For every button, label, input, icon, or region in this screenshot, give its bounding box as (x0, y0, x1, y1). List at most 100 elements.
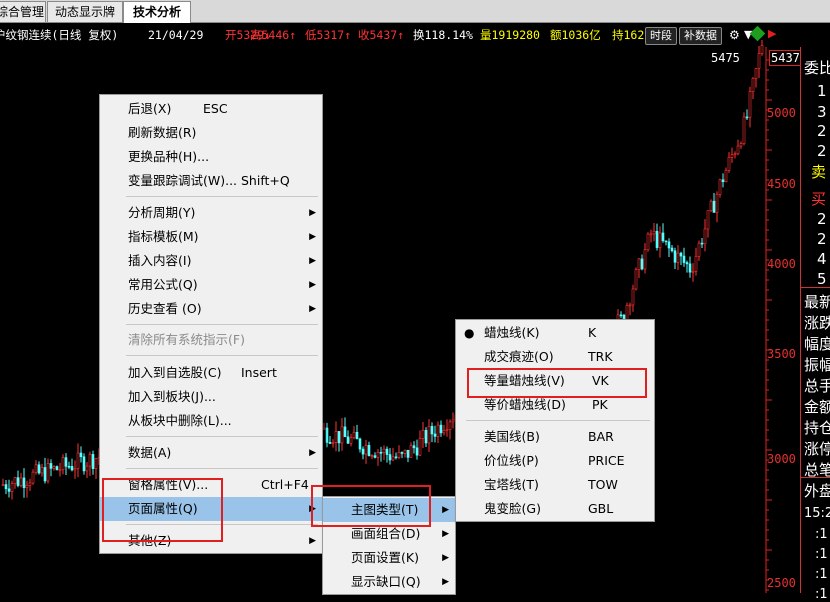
submenu-arrow-icon: ▶ (309, 232, 316, 242)
candle-body (409, 445, 413, 458)
tick-row-4: :1 (815, 587, 828, 602)
menu-item-tower-line[interactable]: 宝塔线(T) TOW (456, 473, 654, 497)
candle-body (448, 421, 452, 430)
candle-body (721, 179, 725, 183)
candle-body (445, 429, 449, 431)
menu-item-ohlc-bar[interactable]: 美国线(B) BAR (456, 425, 654, 449)
menu-item-analysis-period[interactable]: 分析周期(Y) ▶ (100, 201, 322, 225)
candle-body (709, 200, 713, 212)
panel-divider-2 (801, 477, 830, 478)
submenu-arrow-icon: ▶ (442, 577, 449, 587)
candle-body (16, 477, 20, 486)
menu-item-trade-trace[interactable]: 成交痕迹(O) TRK (456, 345, 654, 369)
candle-body (367, 445, 371, 456)
menu-separator (126, 468, 318, 469)
menu-item-price-line[interactable]: 价位线(P) PRICE (456, 449, 654, 473)
menu-separator (126, 355, 318, 356)
submenu-arrow-icon: ▶ (309, 256, 316, 266)
info-label-amount: 金额 (804, 398, 830, 416)
candle-body (400, 452, 404, 454)
candle-body (655, 230, 659, 248)
candle-body (727, 156, 731, 171)
candle-body (55, 466, 59, 471)
candle-body (676, 252, 680, 263)
menu-item-add-watchlist[interactable]: 加入到自选股(C) Insert (100, 361, 322, 385)
candle-body (406, 449, 410, 458)
menu-item-remove-from-sector[interactable]: 从板块中删除(L)... (100, 409, 322, 433)
candle-body (634, 269, 638, 290)
candle-body (385, 448, 389, 455)
candle-body (67, 465, 71, 468)
candle-body (1, 484, 5, 486)
menu-item-ghost-face[interactable]: 鬼变脸(G) GBL (456, 497, 654, 521)
candle-body (754, 68, 758, 79)
candle-body (658, 232, 662, 248)
candle-body (742, 116, 746, 144)
candle-body (730, 154, 734, 158)
candle-body (739, 143, 743, 147)
candle-body (331, 442, 335, 444)
menu-item-page-settings[interactable]: 页面设置(K) ▶ (323, 546, 455, 570)
submenu-arrow-icon: ▶ (442, 553, 449, 563)
candle-body (421, 429, 425, 439)
menu-item-candlestick[interactable]: ● 蜡烛线(K) K (456, 321, 654, 345)
candle-body (28, 482, 32, 486)
price-tick-2500: 2500 (767, 576, 796, 590)
sell-level-4: 3 (817, 103, 827, 121)
menu-item-common-formula[interactable]: 常用公式(Q) ▶ (100, 273, 322, 297)
sell-level-3: 2 (817, 122, 827, 140)
submenu-arrow-icon: ▶ (309, 280, 316, 290)
menu-item-insert-content[interactable]: 插入内容(I) ▶ (100, 249, 322, 273)
candle-body (700, 242, 704, 245)
menu-item-indicator-template[interactable]: 指标模板(M) ▶ (100, 225, 322, 249)
candle-body (688, 263, 692, 273)
menu-item-data[interactable]: 数据(A) ▶ (100, 441, 322, 465)
candle-body (343, 426, 347, 438)
candle-body (391, 456, 395, 461)
buy-label: 买 (811, 190, 827, 208)
candle-body (358, 438, 362, 450)
price-tick-5000: 5000 (767, 106, 796, 120)
candle-body (745, 116, 749, 119)
candle-body (679, 252, 683, 257)
candle-body (58, 469, 62, 472)
outer-volume-label: 外盘 (804, 482, 830, 500)
sell-label: 卖 (811, 163, 827, 181)
menu-item-change-instrument[interactable]: 更换品种(H)... (100, 145, 322, 169)
info-label-amplitude: 振幅 (804, 356, 830, 374)
info-label-latest: 最新 (804, 293, 830, 311)
candle-body (322, 427, 326, 430)
submenu-arrow-icon: ▶ (309, 536, 316, 546)
candle-body (91, 454, 95, 469)
menu-item-variable-debug[interactable]: 变量跟踪调试(W)... Shift+Q (100, 169, 322, 193)
menu-item-back[interactable]: 后退(X) ESC (100, 97, 322, 121)
candle-body (418, 438, 422, 456)
menu-item-show-gaps[interactable]: 显示缺口(Q) ▶ (323, 570, 455, 594)
menu-separator (126, 436, 318, 437)
candle-body (37, 464, 41, 474)
candle-body (424, 429, 428, 444)
candle-body (451, 419, 455, 423)
candle-body (373, 455, 377, 458)
candle-body (649, 233, 653, 236)
candle-body (43, 467, 47, 482)
candle-body (13, 477, 17, 484)
candle-body (427, 426, 431, 444)
menu-item-refresh[interactable]: 刷新数据(R) (100, 121, 322, 145)
candle-body (661, 232, 665, 242)
panel-divider (801, 287, 830, 288)
info-label-limit-up: 涨停 (804, 440, 830, 458)
menu-item-history-view[interactable]: 历史查看 (O) ▶ (100, 297, 322, 321)
candle-body (412, 445, 416, 449)
annotation-box-equivolume (467, 368, 647, 398)
candle-body (388, 454, 392, 461)
candle-body (757, 53, 761, 69)
menu-item-add-to-sector[interactable]: 加入到板块(J)... (100, 385, 322, 409)
candle-body (439, 424, 443, 434)
candle-body (82, 456, 86, 472)
candle-body (703, 228, 707, 245)
candle-body (619, 314, 623, 317)
candle-body (751, 78, 755, 92)
candle-body (337, 431, 341, 444)
menu-separator (126, 324, 318, 325)
